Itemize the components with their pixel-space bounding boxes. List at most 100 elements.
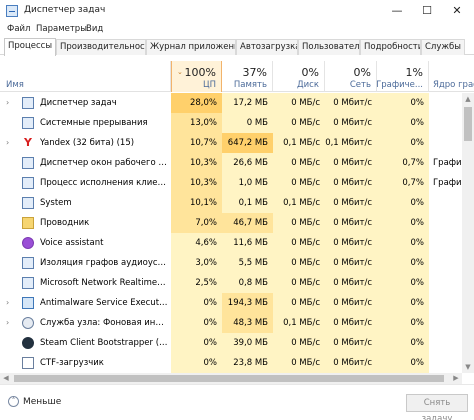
expand-chevron-icon[interactable]: ›: [6, 93, 9, 113]
cpu-cell: 2,5%: [171, 273, 222, 293]
menu-bar: Файл Параметры Вид: [0, 23, 474, 38]
process-name: Диспетчер окон рабочего сто...: [40, 158, 168, 168]
gpu-cell: 0%: [377, 213, 429, 233]
expand-chevron-icon[interactable]: ›: [6, 313, 9, 333]
fewer-details-link[interactable]: ˄ Меньше: [8, 396, 61, 407]
tab-details[interactable]: Подробности: [360, 39, 421, 55]
process-row[interactable]: Voice assistant 4,6% 11,6 МБ 0 МБ/с 0 Мбит/с…: [0, 233, 462, 253]
memory-cell: 46,7 МБ: [222, 213, 273, 233]
task-manager-icon: [6, 5, 18, 17]
memory-cell: 0,8 МБ: [222, 273, 273, 293]
menu-file[interactable]: Файл: [7, 24, 30, 34]
memory-cell: 39,0 МБ: [222, 333, 273, 353]
memory-label: Память: [233, 80, 267, 90]
cpu-cell: 0%: [171, 353, 222, 373]
process-row[interactable]: ›Служба узла: Фоновая интелл...0%48,3 МБ…: [0, 313, 462, 333]
gpu-label: Графиче...: [376, 80, 423, 90]
column-disk[interactable]: 0% Диск: [273, 61, 325, 92]
process-row[interactable]: Проводник 7,0% 46,7 МБ 0 МБ/с 0 Мбит/с 0%: [0, 213, 462, 233]
column-memory[interactable]: 37% Память: [222, 61, 273, 92]
column-name[interactable]: Имя: [0, 61, 171, 92]
disk-cell: 0 МБ/с: [273, 93, 325, 113]
maximize-button[interactable]: ☐: [412, 0, 442, 23]
scroll-left-arrow-icon[interactable]: ◀: [0, 373, 12, 384]
service-host-gear-icon: [22, 317, 34, 329]
column-gpu-engine[interactable]: Ядро графи...: [429, 61, 474, 92]
process-name: System: [40, 198, 72, 208]
scroll-up-arrow-icon[interactable]: ▲: [462, 93, 474, 105]
network-cell: 0 Мбит/с: [325, 273, 377, 293]
menu-view[interactable]: Вид: [86, 24, 103, 34]
network-label: Сеть: [349, 80, 371, 90]
tab-app-history[interactable]: Журнал приложений: [146, 39, 236, 55]
disk-cell: 0 МБ/с: [273, 213, 325, 233]
gpu-cell: 0%: [377, 133, 429, 153]
process-row[interactable]: Steam Client Bootstrapper (32 б...0%39,0…: [0, 333, 462, 353]
expand-chevron-icon[interactable]: ›: [6, 293, 9, 313]
horizontal-scroll-thumb[interactable]: [14, 375, 444, 382]
network-cell: 0 Мбит/с: [325, 233, 377, 253]
horizontal-scrollbar[interactable]: ◀ ▶: [0, 373, 462, 384]
voice-assistant-icon: [22, 237, 34, 249]
network-cell: 0,1 Мбит/с: [325, 133, 377, 153]
gpu-cell: 0%: [377, 113, 429, 133]
process-row[interactable]: › Диспетчер задач 28,0% 17,2 МБ 0 МБ/с 0 Мбит…: [0, 93, 462, 113]
gpu-engine-cell: Графич: [433, 158, 462, 168]
process-row[interactable]: Изоляция графов аудиоустро... 3,0% 5,5 МБ 0…: [0, 253, 462, 273]
vertical-scroll-thumb[interactable]: [464, 107, 472, 141]
memory-cell: 17,2 МБ: [222, 93, 273, 113]
scroll-down-arrow-icon[interactable]: ▼: [462, 361, 474, 373]
process-row[interactable]: Системные прерывания 13,0% 0 МБ 0 МБ/с 0 Мби…: [0, 113, 462, 133]
memory-cell: 647,2 МБ: [222, 133, 273, 153]
scroll-right-arrow-icon[interactable]: ▶: [450, 373, 462, 384]
gpu-engine-cell: [433, 193, 462, 213]
network-realtime-icon: [22, 277, 34, 289]
end-task-button[interactable]: Снять задачу: [406, 394, 468, 420]
dwm-icon: [22, 157, 34, 169]
cpu-cell: 28,0%: [171, 93, 222, 113]
process-row[interactable]: › Y Yandex (32 бита) (15) 10,7% 647,2 МБ 0,1 …: [0, 133, 462, 153]
cpu-cell: 7,0%: [171, 213, 222, 233]
column-name-label: Имя: [6, 80, 24, 90]
tab-processes[interactable]: Процессы: [4, 38, 56, 56]
disk-cell: 0,1 МБ/с: [273, 313, 325, 333]
close-button[interactable]: ✕: [442, 0, 472, 23]
process-row[interactable]: Microsoft Network Realtime Ins... 2,5% 0,8…: [0, 273, 462, 293]
network-cell: 0 Мбит/с: [325, 293, 377, 313]
disk-cell: 0 МБ/с: [273, 333, 325, 353]
tab-startup[interactable]: Автозагрузка: [236, 39, 298, 55]
antimalware-shield-icon: [22, 297, 34, 309]
sort-descending-icon: ⌄: [177, 68, 183, 76]
tab-services[interactable]: Службы: [421, 39, 465, 55]
gpu-engine-cell: Графич: [433, 178, 462, 188]
tab-users[interactable]: Пользователи: [298, 39, 360, 55]
process-name: CTF-загрузчик: [40, 358, 104, 368]
process-name: Служба узла: Фоновая интелл...: [40, 318, 168, 328]
gpu-engine-cell: [433, 293, 462, 313]
tab-performance[interactable]: Производительность: [56, 39, 146, 55]
vertical-scrollbar[interactable]: ▲ ▼: [462, 93, 474, 373]
cpu-cell: 4,6%: [171, 233, 222, 253]
disk-cell: 0 МБ/с: [273, 353, 325, 373]
disk-cell: 0 МБ/с: [273, 253, 325, 273]
expand-chevron-icon[interactable]: ›: [6, 133, 9, 153]
yandex-icon: Y: [24, 136, 32, 149]
explorer-icon: [22, 217, 34, 229]
gpu-cell: 0%: [377, 253, 429, 273]
minimize-button[interactable]: —: [382, 0, 412, 23]
process-name: Проводник: [40, 218, 90, 228]
disk-cell: 0,1 МБ/с: [273, 193, 325, 213]
disk-cell: 0 МБ/с: [273, 173, 325, 193]
menu-options[interactable]: Параметры: [36, 24, 87, 34]
column-gpu[interactable]: 1% Графиче...: [376, 61, 429, 92]
process-row[interactable]: CTF-загрузчик 0% 23,8 МБ 0 МБ/с 0 Мбит/с 0%: [0, 353, 462, 373]
process-row[interactable]: Диспетчер окон рабочего сто... 10,3% 26,6 …: [0, 153, 462, 173]
gpu-engine-cell: [433, 333, 462, 353]
ctf-loader-icon: [22, 357, 34, 369]
process-row[interactable]: › Antimalware Service Executable 0% 194,3 М…: [0, 293, 462, 313]
process-row[interactable]: System 10,1% 0,1 МБ 0,1 МБ/с 0 Мбит/с 0%: [0, 193, 462, 213]
process-name: Диспетчер задач: [40, 98, 117, 108]
column-network[interactable]: 0% Сеть: [325, 61, 377, 92]
process-row[interactable]: Процесс исполнения клиент-... 10,3% 1,0 МБ…: [0, 173, 462, 193]
column-cpu[interactable]: ⌄ 100% ЦП: [171, 61, 222, 92]
